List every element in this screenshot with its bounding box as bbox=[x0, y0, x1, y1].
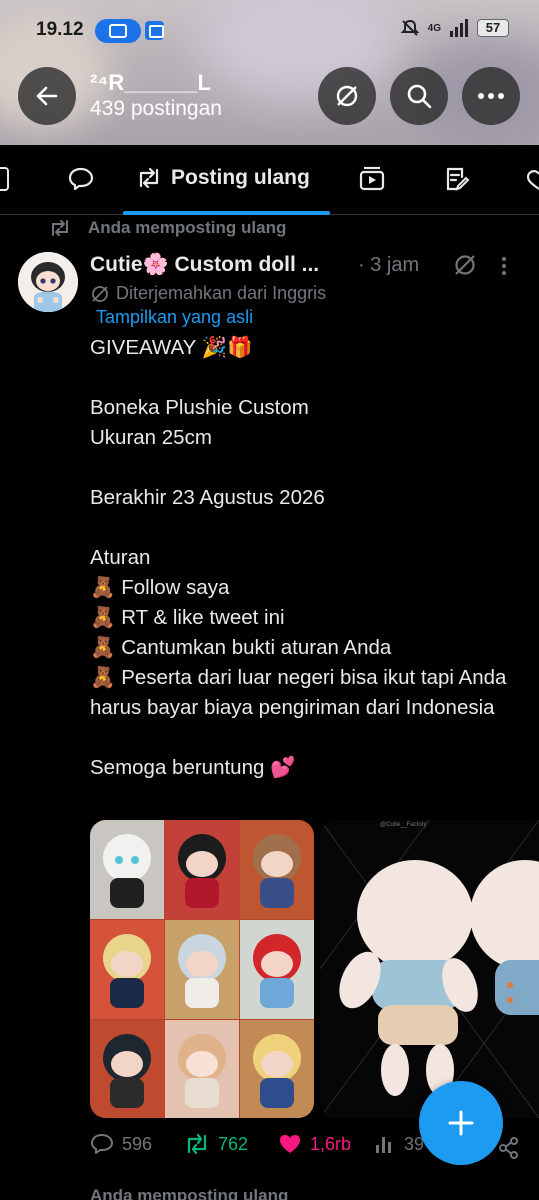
status-bar: 19.12 4G 57 bbox=[0, 0, 539, 60]
translate-off-icon bbox=[336, 85, 358, 107]
author-avatar[interactable] bbox=[18, 252, 78, 312]
plus-icon bbox=[448, 1110, 474, 1136]
like-count: 1,6rb bbox=[310, 1133, 352, 1154]
more-vertical-icon[interactable] bbox=[500, 256, 508, 276]
tab-likes-icon[interactable] bbox=[526, 166, 539, 192]
share-icon[interactable] bbox=[498, 1136, 520, 1160]
tab-media-icon[interactable] bbox=[358, 166, 386, 192]
repost-icon bbox=[52, 220, 68, 236]
translate-toggle-button[interactable] bbox=[318, 67, 376, 125]
reply-count: 596 bbox=[122, 1133, 153, 1154]
tab-articles-icon[interactable] bbox=[0, 166, 12, 192]
next-repost-indicator: Anda memposting ulang bbox=[48, 1186, 288, 1200]
translate-off-icon bbox=[92, 285, 108, 302]
post-timestamp: · 3 jam bbox=[358, 254, 420, 276]
repost-icon bbox=[139, 167, 159, 189]
tab-highlights-icon[interactable] bbox=[443, 166, 471, 192]
like-button[interactable]: 1,6rb bbox=[278, 1133, 351, 1155]
profile-name: ²⁴R______L bbox=[90, 70, 211, 95]
signal-icon bbox=[450, 19, 468, 37]
post-count: 439 postingan bbox=[90, 97, 222, 120]
active-tab-indicator bbox=[123, 211, 330, 215]
post-body: GIVEAWAY 🎉🎁 Boneka Plushie Custom Ukuran… bbox=[90, 336, 507, 779]
plush-collage-image bbox=[90, 820, 314, 1118]
more-options-button[interactable] bbox=[462, 67, 520, 125]
views-icon bbox=[376, 1137, 391, 1153]
translated-note-label: Diterjemahkan dari Inggris bbox=[116, 283, 327, 303]
tab-reposts-label: Posting ulang bbox=[171, 166, 310, 189]
compose-button[interactable] bbox=[419, 1081, 503, 1165]
heart-filled-icon bbox=[280, 1135, 300, 1153]
next-repost-label: Anda memposting ulang bbox=[90, 1186, 289, 1200]
repost-indicator: Anda memposting ulang bbox=[48, 218, 286, 238]
network-type: 4G bbox=[427, 22, 441, 34]
show-original-link[interactable]: Tampilkan yang asli bbox=[96, 307, 253, 328]
doll-avatar-image bbox=[18, 252, 78, 312]
battery-icon: 57 bbox=[477, 19, 509, 37]
reply-button[interactable]: 596 bbox=[90, 1133, 152, 1155]
reply-icon bbox=[91, 1134, 113, 1154]
arrow-left-icon bbox=[36, 86, 58, 106]
views-button[interactable]: 39 bbox=[374, 1133, 424, 1155]
translated-note: Diterjemahkan dari Inggris bbox=[90, 283, 326, 304]
search-icon bbox=[407, 84, 432, 109]
repost-indicator-label: Anda memposting ulang bbox=[88, 218, 287, 237]
back-button[interactable] bbox=[18, 67, 76, 125]
tab-replies-icon[interactable] bbox=[67, 166, 95, 192]
plush-body-image: @Cutie__Factory bbox=[320, 820, 539, 1118]
translate-off-icon[interactable] bbox=[452, 252, 478, 278]
notification-icon bbox=[145, 21, 164, 40]
repost-count: 762 bbox=[218, 1133, 249, 1154]
repost-icon bbox=[187, 1133, 207, 1155]
status-time: 19.12 bbox=[36, 19, 84, 40]
repost-button[interactable]: 762 bbox=[184, 1133, 248, 1155]
media-watermark: @Cutie__Factory bbox=[380, 822, 427, 828]
post-media-image-1[interactable] bbox=[90, 820, 314, 1118]
search-button[interactable] bbox=[390, 67, 448, 125]
more-horizontal-icon bbox=[478, 93, 504, 99]
hotspot-icon bbox=[95, 19, 141, 43]
post-media-image-2[interactable]: @Cutie__Factory bbox=[320, 820, 539, 1118]
mute-icon bbox=[400, 19, 420, 36]
post-author-name[interactable]: Cutie🌸 Custom doll ... bbox=[90, 253, 319, 277]
tab-reposts[interactable]: Posting ulang bbox=[135, 166, 310, 190]
